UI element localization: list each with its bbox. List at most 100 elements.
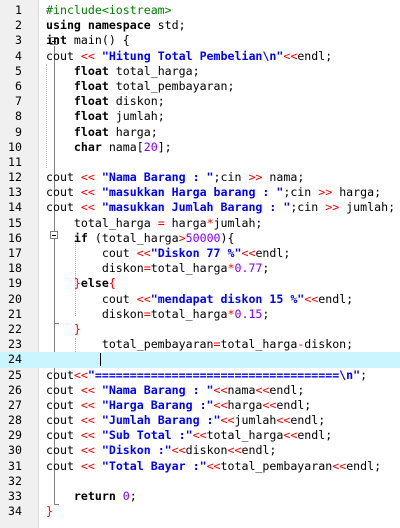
code-token: diskon xyxy=(46,306,144,321)
code-line[interactable]: 2 using namespace std; xyxy=(0,18,400,33)
code-token: "Nama Barang : " xyxy=(101,382,214,397)
code-text: cout << "Diskon :"<<diskon<<endl; xyxy=(46,443,276,458)
code-editor[interactable]: 1 #include<iostream> 2 using namespace std;… xyxy=(0,0,400,528)
code-text: cout << "Nama Barang : "<<nama<<endl; xyxy=(46,383,304,398)
code-lines[interactable]: 1 #include<iostream> 2 using namespace std;… xyxy=(0,3,400,519)
line-number: 2 xyxy=(15,18,22,33)
code-line[interactable]: 8 float jumlah; xyxy=(0,109,400,124)
code-line[interactable]: 13 cout << "masukkan Harga barang : ";cin… xyxy=(0,185,400,200)
line-number: 17 xyxy=(8,246,22,260)
code-token: "Hitung Total Pembelian\n" xyxy=(101,48,284,63)
code-text: total_harga = harga*jumlah; xyxy=(46,215,263,231)
code-line[interactable]: 23 total_pembayaran=total_harga-diskon; xyxy=(0,337,400,352)
current-line[interactable]: 24 xyxy=(0,352,400,368)
code-token: 0.15 xyxy=(234,306,263,321)
code-line[interactable]: 11 xyxy=(0,155,400,170)
line-number: 20 xyxy=(8,291,22,306)
code-text: if (total_harga>50000){ xyxy=(46,231,235,246)
code-token: cout xyxy=(46,200,81,215)
code-token: diskon xyxy=(46,261,144,276)
code-token: total_harga; xyxy=(108,63,200,78)
code-text: cout <<"Diskon 77 %"<<endl; xyxy=(46,246,291,261)
code-line[interactable]: 10 char nama[20]; xyxy=(0,140,400,155)
code-token: cout xyxy=(46,458,81,473)
line-number: 12 xyxy=(8,170,22,185)
code-line[interactable]: 29 cout << "Sub Total :"<<total_harga<<en… xyxy=(0,428,400,443)
line-number: 16 xyxy=(8,230,22,245)
code-line[interactable]: 17 cout <<"Diskon 77 %"<<endl; xyxy=(0,246,400,261)
code-text: } xyxy=(46,504,53,519)
line-number: 18 xyxy=(8,261,22,276)
code-line[interactable]: 26 cout << "Nama Barang : "<<nama<<endl; xyxy=(0,383,400,398)
code-line[interactable]: 32 xyxy=(0,474,400,489)
code-text: float harga; xyxy=(46,125,158,140)
code-text: float total_pembayaran; xyxy=(46,79,235,94)
code-line[interactable]: 33 return 0; xyxy=(0,489,400,504)
code-token: cout xyxy=(46,382,81,397)
code-line[interactable]: 16 if (total_harga>50000){ xyxy=(0,231,400,246)
code-token: << xyxy=(220,413,235,428)
code-line[interactable]: 34} xyxy=(0,504,400,519)
line-number: 13 xyxy=(8,185,22,200)
code-token: = xyxy=(157,215,165,230)
code-token: cout xyxy=(46,48,81,63)
code-token: "Sub Total :" xyxy=(101,428,193,443)
code-line[interactable]: 14 cout << "masukkan Jumlah Barang : ";ci… xyxy=(0,200,400,215)
code-token: total_pembayaran xyxy=(220,458,333,473)
code-line[interactable]: 27 cout << "Harga Barang :"<<harga<<endl; xyxy=(0,398,400,413)
code-token: ;cin xyxy=(290,200,326,215)
code-token: return xyxy=(73,489,116,503)
code-text: float diskon; xyxy=(46,94,165,109)
code-token: } xyxy=(46,504,53,519)
code-line[interactable]: 30 cout << "Diskon :"<<diskon<<endl; xyxy=(0,443,400,458)
code-line[interactable]: 5 float total_harga; xyxy=(0,64,400,79)
code-token: cout xyxy=(46,291,137,306)
code-line[interactable]: 4 cout << "Hitung Total Pembelian\n"<<end… xyxy=(0,49,400,64)
code-line[interactable]: 7 float diskon; xyxy=(0,94,400,109)
code-token: << xyxy=(241,246,256,260)
code-token: << xyxy=(136,246,151,260)
code-line[interactable]: 19 }else{ xyxy=(0,276,400,291)
code-line[interactable]: 15 total_harga = harga*jumlah; xyxy=(0,216,400,231)
code-line[interactable]: 18 diskon=total_harga*0.77; xyxy=(0,261,400,276)
code-line[interactable]: 25 cout<<"===============================… xyxy=(0,368,400,383)
code-text: char nama[20]; xyxy=(46,140,172,155)
code-line[interactable]: 31 cout << "Total Bayar :"<<total_pembaya… xyxy=(0,459,400,474)
code-text: int main() { xyxy=(46,33,130,48)
code-token: nama xyxy=(227,382,256,397)
code-token: >> xyxy=(318,185,333,200)
line-number: 31 xyxy=(8,458,22,473)
code-line[interactable]: 20 cout <<"mendapat diskon 15 %"<<endl; xyxy=(0,292,400,307)
code-line[interactable]: 9 float harga; xyxy=(0,125,400,140)
code-line[interactable]: 28 cout << "Jumlah Barang :"<<jumlah<<end… xyxy=(0,413,400,428)
code-token: >> xyxy=(248,170,263,185)
line-number: 24 xyxy=(8,352,22,367)
code-token: ; xyxy=(360,367,368,382)
line-number: 5 xyxy=(15,63,22,78)
code-line[interactable]: 12 cout << "Nama Barang : ";cin >> nama; xyxy=(0,170,400,185)
code-token: = xyxy=(143,261,151,276)
code-token: * xyxy=(206,215,214,230)
code-token: jumlah; xyxy=(213,215,263,230)
code-token: harga xyxy=(164,215,207,230)
code-token: diskon; xyxy=(304,337,354,352)
code-line[interactable]: 21 diskon=total_harga*0.15; xyxy=(0,307,400,322)
line-number: 1 xyxy=(15,3,22,17)
code-line[interactable]: 6 float total_pembayaran; xyxy=(0,79,400,94)
code-token: << xyxy=(255,382,270,397)
code-line[interactable]: 22 } xyxy=(0,322,400,337)
line-number: 6 xyxy=(15,78,22,93)
code-line[interactable]: 1 #include<iostream> xyxy=(0,3,400,18)
code-line[interactable]: 3 int main() { xyxy=(0,33,400,48)
code-text: cout << "Jumlah Barang :"<<jumlah<<endl; xyxy=(46,413,325,428)
code-token: ; xyxy=(129,489,137,503)
code-token: << xyxy=(80,443,95,458)
